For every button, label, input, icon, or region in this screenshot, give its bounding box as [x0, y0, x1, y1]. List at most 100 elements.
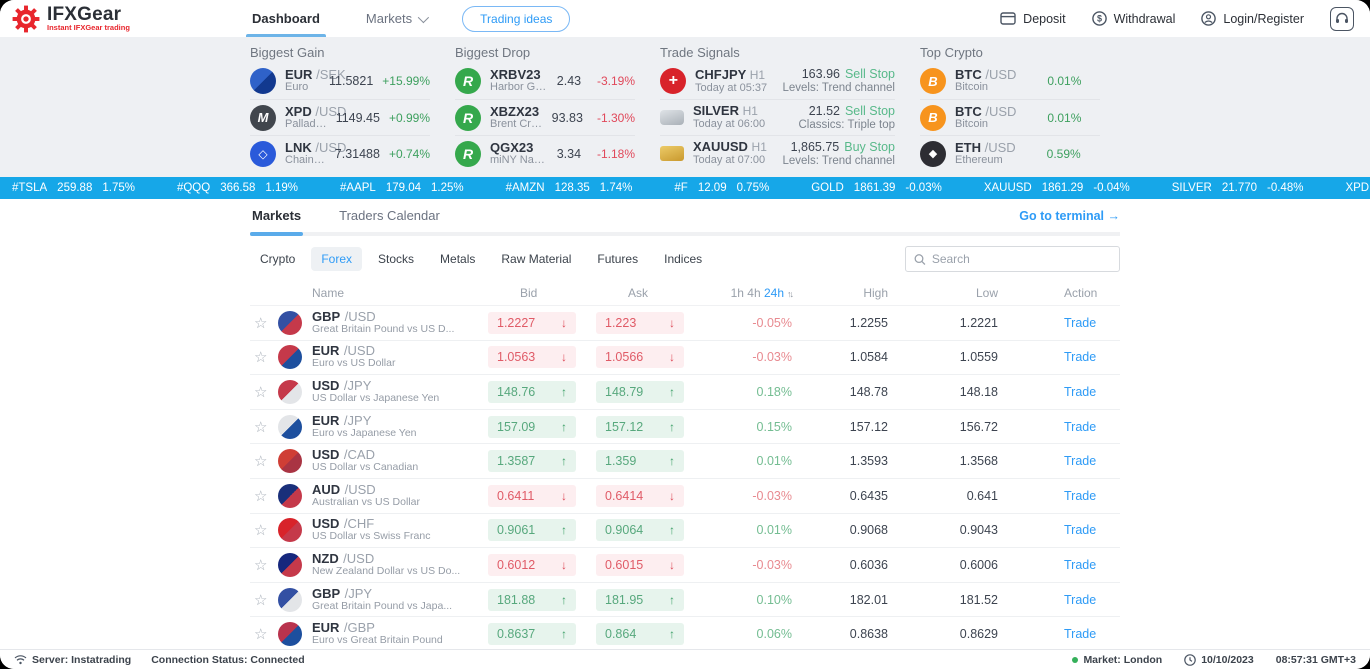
- crypto-list-item[interactable]: B BTC /USD Bitcoin 0.01%: [920, 63, 1100, 99]
- ask-price-pill: 1.0566: [596, 346, 684, 368]
- deposit-button[interactable]: Deposit: [1000, 12, 1065, 26]
- instrument-description: Great Britain Pound vs US D...: [312, 323, 480, 336]
- low-value: 0.641: [910, 489, 1020, 503]
- favorite-star-icon[interactable]: ☆: [250, 625, 278, 643]
- table-row[interactable]: ☆ GBP /USD Great Britain Pound vs US D..…: [250, 306, 1120, 341]
- sort-arrows-icon[interactable]: ↑↓: [787, 289, 792, 299]
- favorite-star-icon[interactable]: ☆: [250, 348, 278, 366]
- user-circle-icon: [1201, 11, 1216, 26]
- table-row[interactable]: ☆ EUR /JPY Euro vs Japanese Yen 157.09 1…: [250, 410, 1120, 445]
- favorite-star-icon[interactable]: ☆: [250, 314, 278, 332]
- go-to-terminal-link[interactable]: Go to terminal →: [1019, 209, 1120, 232]
- support-headset-button[interactable]: [1330, 7, 1354, 31]
- table-row[interactable]: ☆ USD /CAD US Dollar vs Canadian 1.3587 …: [250, 444, 1120, 479]
- trade-link[interactable]: Trade: [1064, 558, 1096, 572]
- table-row[interactable]: ☆ GBP /JPY Great Britain Pound vs Japa..…: [250, 583, 1120, 618]
- signal-list-item[interactable]: SILVER H1 Today at 06:00 21.52Sell Stop …: [660, 99, 895, 135]
- trade-link[interactable]: Trade: [1064, 316, 1096, 330]
- ask-value: 181.95: [605, 593, 643, 607]
- category-tab[interactable]: Forex: [311, 247, 362, 271]
- table-row[interactable]: ☆ NZD /USD New Zealand Dollar vs US Do..…: [250, 548, 1120, 583]
- gain-list-item[interactable]: EUR /SEK Euro 11.5821 +15.99%: [250, 63, 430, 99]
- high-value: 0.8638: [800, 627, 910, 641]
- biggest-gain-list: EUR /SEK Euro 11.5821 +15.99% M XPD /USD…: [250, 63, 430, 171]
- ticker-item: XAUUSD 1861.29 -0.04%: [984, 182, 1130, 194]
- trade-link[interactable]: Trade: [1064, 523, 1096, 537]
- table-header: Name Bid Ask 1h 4h 24h↑↓ High Low Action: [250, 280, 1120, 306]
- ticker-change: -0.03%: [905, 182, 941, 194]
- gain-list-item[interactable]: M XPD /USD Palladium 1149.45 +0.99%: [250, 99, 430, 135]
- withdrawal-button[interactable]: $ Withdrawal: [1092, 11, 1176, 26]
- trade-link[interactable]: Trade: [1064, 627, 1096, 641]
- asset-quote: /USD: [985, 104, 1016, 119]
- tab-traders-calendar[interactable]: Traders Calendar: [337, 208, 442, 232]
- favorite-star-icon[interactable]: ☆: [250, 383, 278, 401]
- ticker-change: 1.25%: [431, 182, 464, 194]
- trade-link[interactable]: Trade: [1064, 350, 1096, 364]
- asset-icon: B: [920, 68, 946, 94]
- table-row[interactable]: ☆ EUR /GBP Euro vs Great Britain Pound 0…: [250, 617, 1120, 649]
- login-register-button[interactable]: Login/Register: [1201, 11, 1304, 26]
- change-active-label[interactable]: 24h: [764, 286, 784, 300]
- trade-link[interactable]: Trade: [1064, 454, 1096, 468]
- nav-dashboard[interactable]: Dashboard: [252, 0, 320, 37]
- high-value: 1.2255: [800, 316, 910, 330]
- table-row[interactable]: ☆ AUD /USD Australian vs US Dollar 0.641…: [250, 479, 1120, 514]
- high-value: 0.9068: [800, 523, 910, 537]
- table-row[interactable]: ☆ USD /CHF US Dollar vs Swiss Franc 0.90…: [250, 514, 1120, 549]
- category-tab[interactable]: Crypto: [250, 247, 305, 271]
- category-tab[interactable]: Indices: [654, 247, 712, 271]
- trading-ideas-button[interactable]: Trading ideas: [462, 6, 570, 32]
- main-nav: Dashboard Markets: [252, 0, 426, 37]
- bid-value: 0.8637: [497, 627, 535, 641]
- gain-list-item[interactable]: ◇ LNK /USD Chainlink 7.31488 +0.74%: [250, 135, 430, 171]
- table-row[interactable]: ☆ USD /JPY US Dollar vs Japanese Yen 148…: [250, 375, 1120, 410]
- brand-logo[interactable]: IFXGear Instant IFXGear trading: [12, 5, 242, 33]
- search-input[interactable]: [932, 252, 1111, 266]
- drop-list-item[interactable]: R XRBV23 Harbor Gaso... 2.43 -3.19%: [455, 63, 635, 99]
- col-header-change[interactable]: 1h 4h 24h↑↓: [704, 286, 800, 300]
- crypto-list-item[interactable]: B BTC /USD Bitcoin 0.01%: [920, 99, 1100, 135]
- currency-pair-flag-icon: [278, 588, 302, 612]
- asset-symbol: XPD: [285, 104, 312, 119]
- trade-signals-list: + CHFJPY H1 Today at 05:37 163.96Sell St…: [660, 63, 895, 171]
- favorite-star-icon[interactable]: ☆: [250, 591, 278, 609]
- table-row[interactable]: ☆ EUR /USD Euro vs US Dollar 1.0563 1.05…: [250, 341, 1120, 376]
- favorite-star-icon[interactable]: ☆: [250, 556, 278, 574]
- bid-price-pill: 0.8637: [488, 623, 576, 645]
- favorite-star-icon[interactable]: ☆: [250, 418, 278, 436]
- search-box[interactable]: [905, 246, 1120, 272]
- trade-link[interactable]: Trade: [1064, 489, 1096, 503]
- drop-list-item[interactable]: R QGX23 miNY Natura... 3.34 -1.18%: [455, 135, 635, 171]
- favorite-star-icon[interactable]: ☆: [250, 452, 278, 470]
- favorite-star-icon[interactable]: ☆: [250, 521, 278, 539]
- ask-value: 157.12: [605, 420, 643, 434]
- base-currency: GBP: [312, 309, 340, 324]
- ask-price-pill: 157.12: [596, 416, 684, 438]
- instrument-name-cell: EUR /USD Euro vs US Dollar: [312, 344, 488, 370]
- signal-list-item[interactable]: XAUUSD H1 Today at 07:00 1,865.75Buy Sto…: [660, 135, 895, 171]
- bid-price-pill: 0.9061: [488, 519, 576, 541]
- trade-link[interactable]: Trade: [1064, 385, 1096, 399]
- asset-name: Brent Crude...: [490, 118, 543, 131]
- category-tab[interactable]: Raw Material: [491, 247, 581, 271]
- trade-link[interactable]: Trade: [1064, 420, 1096, 434]
- asset-change: +0.74%: [389, 147, 430, 161]
- trade-link[interactable]: Trade: [1064, 593, 1096, 607]
- change-24h-value: 0.18%: [704, 385, 800, 399]
- crypto-list-item[interactable]: ◆ ETH /USD Ethereum 0.59%: [920, 135, 1100, 171]
- currency-pair-flag-icon: [278, 415, 302, 439]
- instrument-description: Australian vs US Dollar: [312, 496, 480, 509]
- instrument-name-cell: NZD /USD New Zealand Dollar vs US Do...: [312, 552, 488, 578]
- tab-markets[interactable]: Markets: [250, 208, 303, 232]
- drop-list-item[interactable]: R XBZX23 Brent Crude... 93.83 -1.30%: [455, 99, 635, 135]
- category-tab[interactable]: Stocks: [368, 247, 424, 271]
- category-tab[interactable]: Futures: [587, 247, 648, 271]
- signal-list-item[interactable]: + CHFJPY H1 Today at 05:37 163.96Sell St…: [660, 63, 895, 99]
- favorite-star-icon[interactable]: ☆: [250, 487, 278, 505]
- asset-change: 0.01%: [1025, 111, 1081, 125]
- category-tab[interactable]: Metals: [430, 247, 485, 271]
- ticker-symbol: XAUUSD: [984, 182, 1032, 194]
- ticker-item: #AMZN 128.35 1.74%: [506, 182, 633, 194]
- nav-markets[interactable]: Markets: [366, 0, 426, 37]
